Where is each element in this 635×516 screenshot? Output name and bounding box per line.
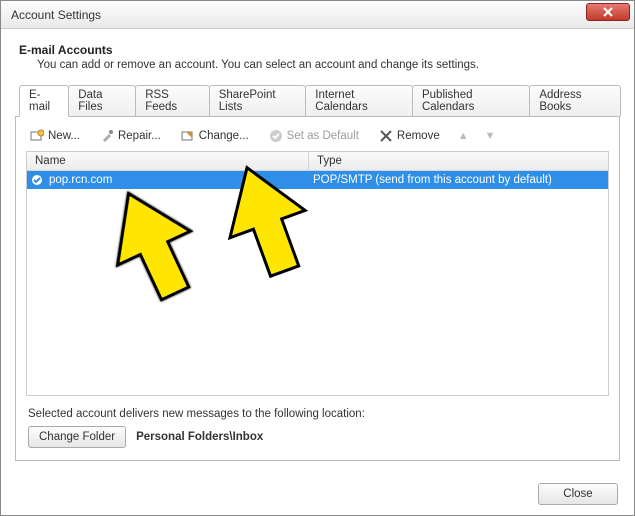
tab-email[interactable]: E-mail <box>19 85 69 117</box>
close-icon <box>603 7 613 17</box>
move-up-icon: ▲ <box>456 130 471 142</box>
tab-published-calendars[interactable]: Published Calendars <box>412 85 530 116</box>
folder-row: Change Folder Personal Folders\Inbox <box>28 426 607 448</box>
tab-sharepoint-lists[interactable]: SharePoint Lists <box>209 85 307 116</box>
content-area: E-mail Accounts You can add or remove an… <box>1 29 634 473</box>
cell-type: POP/SMTP (send from this account by defa… <box>309 174 608 186</box>
default-check-icon <box>31 174 43 186</box>
window-title: Account Settings <box>11 8 586 22</box>
accounts-grid: Name Type pop.rcn.com POP/SMTP (send fro… <box>26 151 609 396</box>
cell-name-text: pop.rcn.com <box>49 174 112 186</box>
header-title: E-mail Accounts <box>19 43 616 57</box>
move-down-icon: ▼ <box>483 130 498 142</box>
footer-caption: Selected account delivers new messages t… <box>28 408 607 420</box>
tab-rss-feeds[interactable]: RSS Feeds <box>135 85 210 116</box>
remove-icon <box>379 129 393 143</box>
change-label: Change... <box>199 130 249 142</box>
new-label: New... <box>48 130 80 142</box>
toolbar: New... Repair... Change... Set as Defaul… <box>26 125 609 151</box>
repair-button[interactable]: Repair... <box>96 127 165 145</box>
repair-icon <box>100 129 114 143</box>
set-default-button: Set as Default <box>265 127 363 145</box>
column-name[interactable]: Name <box>27 152 309 170</box>
titlebar: Account Settings <box>1 1 634 29</box>
header-desc: You can add or remove an account. You ca… <box>37 59 616 71</box>
check-circle-icon <box>269 129 283 143</box>
tab-internet-calendars[interactable]: Internet Calendars <box>305 85 413 116</box>
grid-header: Name Type <box>27 152 608 171</box>
remove-label: Remove <box>397 130 440 142</box>
footer-area: Selected account delivers new messages t… <box>26 396 609 448</box>
change-icon <box>181 129 195 143</box>
dialog-footer: Close <box>1 473 634 515</box>
repair-label: Repair... <box>118 130 161 142</box>
header-block: E-mail Accounts You can add or remove an… <box>15 39 620 85</box>
account-settings-window: Account Settings E-mail Accounts You can… <box>0 0 635 516</box>
cell-name: pop.rcn.com <box>27 174 309 186</box>
change-folder-button[interactable]: Change Folder <box>28 426 126 448</box>
folder-path: Personal Folders\Inbox <box>136 431 263 443</box>
tab-panel-email: New... Repair... Change... Set as Defaul… <box>15 117 620 461</box>
remove-button[interactable]: Remove <box>375 127 444 145</box>
grid-body: pop.rcn.com POP/SMTP (send from this acc… <box>27 171 608 395</box>
close-button[interactable]: Close <box>538 483 618 505</box>
tab-address-books[interactable]: Address Books <box>529 85 621 116</box>
tabs-row: E-mail Data Files RSS Feeds SharePoint L… <box>15 85 620 117</box>
tab-data-files[interactable]: Data Files <box>68 85 136 116</box>
table-row[interactable]: pop.rcn.com POP/SMTP (send from this acc… <box>27 171 608 189</box>
new-button[interactable]: New... <box>26 127 84 145</box>
setdefault-label: Set as Default <box>287 130 359 142</box>
new-icon <box>30 129 44 143</box>
change-button[interactable]: Change... <box>177 127 253 145</box>
window-close-button[interactable] <box>586 3 630 21</box>
column-type[interactable]: Type <box>309 152 608 170</box>
